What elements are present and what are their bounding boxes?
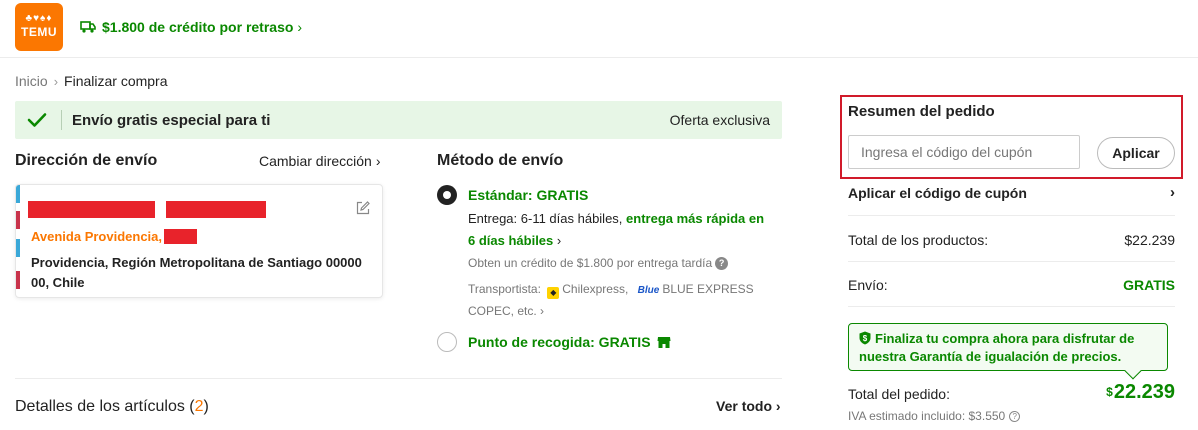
redacted-name xyxy=(28,201,155,218)
store-icon xyxy=(657,336,671,348)
breadcrumb-home[interactable]: Inicio xyxy=(15,73,48,89)
summary-divider xyxy=(848,215,1175,216)
delivery-estimate: Entrega: 6-11 días hábiles, entrega más … xyxy=(468,208,768,252)
chilexpress-logo-icon: ◆ xyxy=(547,287,560,299)
card-stripe-blue xyxy=(16,239,20,257)
view-all-label: Ver todo xyxy=(716,398,773,414)
late-delivery-credit: Obten un crédito de $1.800 por entrega t… xyxy=(468,256,729,270)
logo-glyphs: ♣♥♠♦ xyxy=(25,13,53,24)
products-total-label: Total de los productos: xyxy=(848,232,989,248)
top-header: ♣♥♠♦ TEMU $1.800 de crédito por retraso … xyxy=(0,0,1198,58)
redacted-street-number xyxy=(164,229,197,244)
svg-text:$: $ xyxy=(863,334,868,343)
pickup-point-radio[interactable] xyxy=(437,332,457,352)
shipping-address-title: Dirección de envío xyxy=(15,152,158,169)
summary-divider xyxy=(848,261,1175,262)
carrier-blue-express: BLUE EXPRESS xyxy=(662,282,754,296)
pickup-point-title: Punto de recogida: GRATIS xyxy=(468,334,651,350)
pickup-point-option[interactable]: Punto de recogida: GRATIS xyxy=(468,334,671,350)
summary-divider xyxy=(848,306,1175,307)
apply-coupon-row[interactable]: Aplicar el código de cupón › xyxy=(848,184,1175,201)
coupon-summary-box: Resumen del pedido Aplicar xyxy=(840,95,1183,179)
shipping-cost-value: GRATIS xyxy=(1123,277,1175,293)
coupon-code-input[interactable] xyxy=(848,135,1080,169)
delivery-prefix: Entrega: 6-11 días hábiles, xyxy=(468,211,623,226)
guarantee-text: Finaliza tu compra ahora para disfrutar … xyxy=(859,331,1135,364)
shipping-cost-label: Envío: xyxy=(848,277,888,293)
address-card[interactable]: Avenida Providencia, Providencia, Región… xyxy=(15,184,383,298)
change-address-label: Cambiar dirección xyxy=(259,153,372,169)
chevron-right-icon: › xyxy=(1170,184,1175,201)
credit-banner-text: $1.800 de crédito por retraso xyxy=(102,19,294,35)
question-icon[interactable]: ? xyxy=(715,256,729,270)
truck-icon xyxy=(80,21,96,33)
logo-text: TEMU xyxy=(21,25,57,39)
card-stripe-red xyxy=(16,271,20,289)
item-count: 2 xyxy=(194,398,204,415)
edit-icon[interactable] xyxy=(356,201,370,215)
carriers-suffix: COPEC, etc. xyxy=(468,304,537,318)
breadcrumb-current: Finalizar compra xyxy=(64,73,168,89)
order-total-value: $22.239 xyxy=(1106,381,1175,404)
section-divider xyxy=(15,378,782,379)
address-street: Avenida Providencia, xyxy=(31,229,163,244)
chevron-right-icon: › xyxy=(375,153,381,169)
late-credit-text: Obten un crédito de $1.800 por entrega t… xyxy=(468,256,713,270)
order-total-currency: $ xyxy=(1106,385,1113,399)
price-match-guarantee-tooltip: $ Finaliza tu compra ahora para disfruta… xyxy=(848,323,1168,380)
blue-express-logo-icon: Blue xyxy=(637,285,660,296)
promo-badge: Oferta exclusiva xyxy=(669,112,770,128)
shield-icon: $ xyxy=(859,331,871,345)
order-total-amount: 22.239 xyxy=(1113,381,1175,403)
promo-divider xyxy=(61,110,62,130)
temu-logo[interactable]: ♣♥♠♦ TEMU xyxy=(15,3,63,51)
view-all-link[interactable]: Ver todo › xyxy=(716,398,781,414)
address-city-line: Providencia, Región Metropolitana de San… xyxy=(31,255,362,290)
order-summary-title: Resumen del pedido xyxy=(848,103,995,120)
breadcrumb: Inicio › Finalizar compra xyxy=(15,73,168,89)
question-icon[interactable]: ? xyxy=(1009,410,1021,422)
shipping-method-title: Método de envío xyxy=(437,152,564,169)
card-stripe-blue xyxy=(16,185,20,203)
carrier-chilexpress: Chilexpress, xyxy=(562,282,629,296)
order-total-label: Total del pedido: xyxy=(848,386,950,402)
apply-coupon-label: Aplicar el código de cupón xyxy=(848,185,1027,201)
standard-shipping-radio[interactable] xyxy=(437,185,457,205)
free-shipping-banner: Envío gratis especial para ti Oferta exc… xyxy=(15,101,782,139)
redacted-phone xyxy=(166,201,266,218)
estimated-vat: IVA estimado incluido: $3.550 ? xyxy=(848,409,1021,423)
item-details-title: Detalles de los artículos (2) xyxy=(15,398,209,415)
standard-shipping-title: Estándar: GRATIS xyxy=(468,187,589,203)
late-credit-banner[interactable]: $1.800 de crédito por retraso › xyxy=(80,19,302,35)
carriers-list: Transportista: ◆ Chilexpress, Blue BLUE EX… xyxy=(468,279,768,321)
tooltip-tail xyxy=(1124,362,1142,380)
chevron-right-icon[interactable]: › xyxy=(540,304,544,318)
products-total-value: $22.239 xyxy=(1124,232,1175,248)
card-stripe-red xyxy=(16,211,20,229)
check-icon xyxy=(27,113,47,127)
chevron-right-icon: › xyxy=(297,19,303,35)
carriers-prefix: Transportista: xyxy=(468,282,541,296)
breadcrumb-separator: › xyxy=(53,73,59,89)
estimated-vat-text: IVA estimado incluido: $3.550 xyxy=(848,409,1006,423)
apply-coupon-button[interactable]: Aplicar xyxy=(1097,137,1175,169)
promo-title: Envío gratis especial para ti xyxy=(72,111,271,129)
change-address-link[interactable]: Cambiar dirección › xyxy=(259,153,381,169)
chevron-right-icon: › xyxy=(556,233,562,248)
chevron-right-icon: › xyxy=(775,398,781,414)
item-details-label: Detalles de los artículos xyxy=(15,398,185,415)
